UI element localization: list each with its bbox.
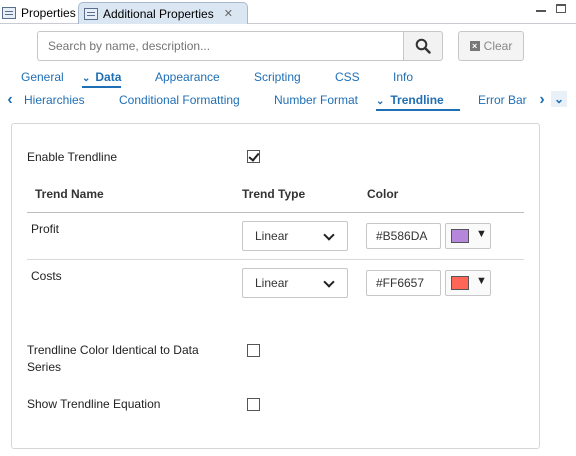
- identical-color-label: Trendline Color Identical to Data Series: [27, 343, 199, 374]
- trend-type-header: Trend Type: [242, 187, 306, 201]
- trendline-panel: Enable Trendline Trend Name Trend Type C…: [11, 123, 540, 449]
- subtab-number-format[interactable]: Number Format: [274, 93, 358, 111]
- subtab-hierarchies-label: Hierarchies: [24, 93, 85, 107]
- color-hex-input-profit[interactable]: #B586DA: [366, 223, 441, 249]
- clear-button[interactable]: × Clear: [458, 31, 524, 61]
- search-button[interactable]: [403, 31, 443, 61]
- subtab-conditional-formatting[interactable]: Conditional Formatting: [119, 93, 240, 111]
- enable-trendline-checkbox[interactable]: [247, 150, 260, 163]
- view-tab-strip: Properties Additional Properties ✕: [0, 0, 576, 24]
- color-swatch: [451, 229, 469, 243]
- chevron-down-icon: [323, 229, 335, 241]
- trend-type-value: Linear: [255, 229, 289, 243]
- table-header-divider: [27, 212, 524, 213]
- show-equation-checkbox[interactable]: [247, 398, 260, 411]
- tab-css[interactable]: CSS: [335, 70, 360, 88]
- minimize-icon[interactable]: [536, 4, 546, 12]
- properties-view-icon: [2, 7, 16, 19]
- subtab-conditional-formatting-label: Conditional Formatting: [119, 93, 240, 107]
- color-swatch: [451, 276, 469, 290]
- chevron-down-icon[interactable]: ⌄: [551, 91, 567, 107]
- color-hex-input-costs[interactable]: #FF6657: [366, 270, 441, 296]
- tab-properties[interactable]: Properties: [2, 2, 78, 24]
- trend-name-header: Trend Name: [35, 187, 104, 201]
- tab-data[interactable]: ⌄ Data: [82, 70, 122, 88]
- color-picker-button-costs[interactable]: ▼: [445, 270, 491, 296]
- identical-color-checkbox[interactable]: [247, 344, 260, 357]
- color-header: Color: [367, 187, 399, 201]
- trend-name-profit: Profit: [31, 222, 60, 236]
- chevron-down-icon: [323, 276, 335, 288]
- active-subtab-underline: [376, 109, 460, 111]
- clear-button-label: Clear: [483, 39, 513, 53]
- tab-additional-properties[interactable]: Additional Properties ✕: [78, 2, 248, 24]
- show-equation-label: Show Trendline Equation: [27, 397, 161, 411]
- tab-general-label: General: [21, 70, 64, 84]
- tab-data-label: Data: [95, 70, 122, 84]
- chevron-down-icon: ⌄: [376, 96, 385, 107]
- tab-info[interactable]: Info: [393, 70, 413, 88]
- color-picker-button-profit[interactable]: ▼: [445, 223, 491, 249]
- tab-css-label: CSS: [335, 70, 360, 84]
- trend-name-costs: Costs: [31, 269, 62, 283]
- dropdown-arrow-icon: ▼: [476, 228, 487, 240]
- trend-type-value: Linear: [255, 276, 289, 290]
- tab-properties-label: Properties: [21, 6, 76, 20]
- subtab-error-bar[interactable]: Error Bar: [478, 93, 532, 111]
- clear-icon: ×: [469, 41, 480, 51]
- search-icon: [415, 38, 431, 54]
- subtab-error-bar-label: Error Bar: [478, 93, 527, 107]
- trend-type-select-costs[interactable]: Linear: [242, 268, 348, 298]
- tab-appearance-label: Appearance: [155, 70, 220, 84]
- tab-additional-properties-label: Additional Properties: [103, 6, 214, 21]
- chevron-down-icon: ⌄: [82, 73, 91, 84]
- close-icon[interactable]: ✕: [224, 7, 233, 20]
- scroll-right-icon[interactable]: ›: [535, 91, 549, 109]
- subtab-hierarchies[interactable]: Hierarchies: [24, 93, 85, 111]
- row-divider: [27, 259, 524, 260]
- scroll-left-icon[interactable]: ‹: [3, 91, 17, 109]
- trend-type-select-profit[interactable]: Linear: [242, 221, 348, 251]
- tab-general[interactable]: General: [21, 70, 64, 88]
- tab-appearance[interactable]: Appearance: [155, 70, 220, 88]
- tab-scripting[interactable]: Scripting: [254, 70, 301, 88]
- dropdown-arrow-icon: ▼: [476, 275, 487, 287]
- search-input[interactable]: [37, 31, 403, 61]
- additional-properties-view-icon: [84, 7, 98, 20]
- maximize-icon[interactable]: [556, 4, 566, 13]
- tab-scripting-label: Scripting: [254, 70, 301, 84]
- tab-info-label: Info: [393, 70, 414, 84]
- subtab-trendline-label: Trendline: [390, 93, 444, 107]
- subtab-number-format-label: Number Format: [274, 93, 359, 107]
- enable-trendline-label: Enable Trendline: [27, 150, 118, 164]
